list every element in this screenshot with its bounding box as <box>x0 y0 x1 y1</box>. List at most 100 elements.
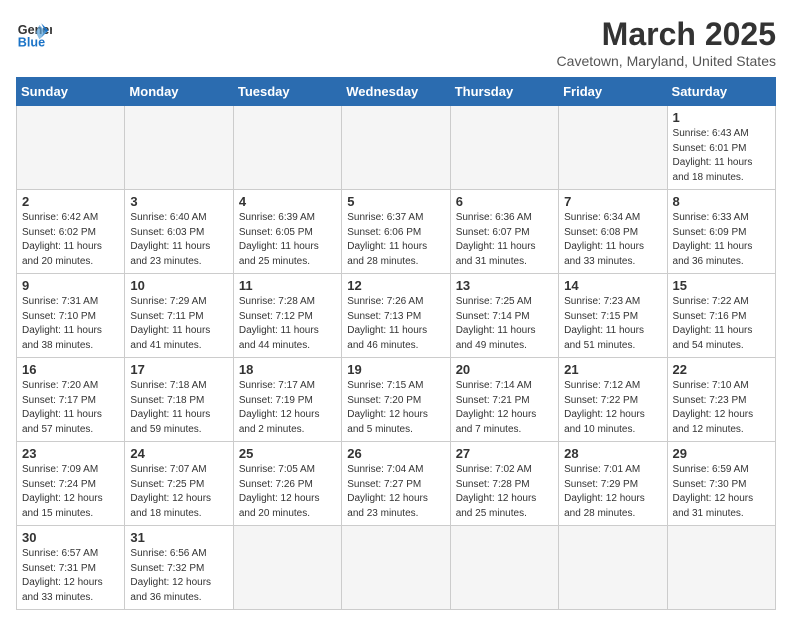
day-number: 11 <box>239 278 336 293</box>
day-number: 28 <box>564 446 661 461</box>
day-info: Sunrise: 7:02 AM Sunset: 7:28 PM Dayligh… <box>456 463 553 521</box>
table-row: 15 Sunrise: 7:22 AM Sunset: 7:16 PM Dayli… <box>667 274 775 358</box>
table-row: 4Sunrise: 6:39 AM Sunset: 6:05 PM Daylig… <box>233 190 341 274</box>
table-row <box>450 526 558 610</box>
day-info: Sunrise: 6:42 AM Sunset: 6:02 PM Dayligh… <box>22 211 119 269</box>
table-row: 29 Sunrise: 6:59 AM Sunset: 7:30 PM Dayli… <box>667 442 775 526</box>
table-row: 6 Sunrise: 6:36 AM Sunset: 6:07 PM Daylig… <box>450 190 558 274</box>
day-info: Sunrise: 7:18 AM Sunset: 7:18 PM Dayligh… <box>130 379 227 437</box>
day-info: Sunrise: 7:07 AM Sunset: 7:25 PM Dayligh… <box>130 463 227 521</box>
header-thursday: Thursday <box>450 78 558 106</box>
table-row <box>667 526 775 610</box>
day-number: 7 <box>564 194 661 209</box>
day-number: 18 <box>239 362 336 377</box>
table-row: 16 Sunrise: 7:20 AM Sunset: 7:17 PM Dayli… <box>17 358 125 442</box>
table-row: 21 Sunrise: 7:12 AM Sunset: 7:22 PM Dayli… <box>559 358 667 442</box>
calendar-title: March 2025 <box>557 16 776 53</box>
day-number: 13 <box>456 278 553 293</box>
page-header: General Blue March 2025 Cavetown, Maryla… <box>16 16 776 69</box>
table-row: 26Sunrise: 7:04 AM Sunset: 7:27 PM Dayli… <box>342 442 450 526</box>
table-row: 14 Sunrise: 7:23 AM Sunset: 7:15 PM Dayli… <box>559 274 667 358</box>
table-row <box>17 106 125 190</box>
table-row: 9 Sunrise: 7:31 AM Sunset: 7:10 PM Daylig… <box>17 274 125 358</box>
day-info: Sunrise: 6:39 AM Sunset: 6:05 PM Dayligh… <box>239 211 336 269</box>
table-row <box>342 526 450 610</box>
table-row: 13 Sunrise: 7:25 AM Sunset: 7:14 PM Dayli… <box>450 274 558 358</box>
day-number: 24 <box>130 446 227 461</box>
day-number: 20 <box>456 362 553 377</box>
day-number: 16 <box>22 362 119 377</box>
day-info: Sunrise: 7:17 AM Sunset: 7:19 PM Dayligh… <box>239 379 336 437</box>
header-wednesday: Wednesday <box>342 78 450 106</box>
day-info: Sunrise: 6:57 AM Sunset: 7:31 PM Dayligh… <box>22 547 119 605</box>
day-number: 17 <box>130 362 227 377</box>
day-info: Sunrise: 6:36 AM Sunset: 6:07 PM Dayligh… <box>456 211 553 269</box>
calendar-subtitle: Cavetown, Maryland, United States <box>557 53 776 69</box>
day-info: Sunrise: 7:01 AM Sunset: 7:29 PM Dayligh… <box>564 463 661 521</box>
table-row: 28 Sunrise: 7:01 AM Sunset: 7:29 PM Dayli… <box>559 442 667 526</box>
day-number: 14 <box>564 278 661 293</box>
table-row <box>125 106 233 190</box>
day-info: Sunrise: 7:20 AM Sunset: 7:17 PM Dayligh… <box>22 379 119 437</box>
day-number: 19 <box>347 362 444 377</box>
table-row: 8Sunrise: 6:33 AM Sunset: 6:09 PM Daylig… <box>667 190 775 274</box>
table-row: 2 Sunrise: 6:42 AM Sunset: 6:02 PM Daylig… <box>17 190 125 274</box>
title-area: March 2025 Cavetown, Maryland, United St… <box>557 16 776 69</box>
day-number: 12 <box>347 278 444 293</box>
day-number: 6 <box>456 194 553 209</box>
day-info: Sunrise: 7:23 AM Sunset: 7:15 PM Dayligh… <box>564 295 661 353</box>
day-number: 15 <box>673 278 770 293</box>
table-row <box>233 106 341 190</box>
day-number: 29 <box>673 446 770 461</box>
day-info: Sunrise: 6:43 AM Sunset: 6:01 PM Dayligh… <box>673 127 770 185</box>
day-info: Sunrise: 7:15 AM Sunset: 7:20 PM Dayligh… <box>347 379 444 437</box>
day-info: Sunrise: 7:25 AM Sunset: 7:14 PM Dayligh… <box>456 295 553 353</box>
logo: General Blue <box>16 16 52 52</box>
table-row: 10 Sunrise: 7:29 AM Sunset: 7:11 PM Dayli… <box>125 274 233 358</box>
day-info: Sunrise: 7:12 AM Sunset: 7:22 PM Dayligh… <box>564 379 661 437</box>
table-row: 18 Sunrise: 7:17 AM Sunset: 7:19 PM Dayli… <box>233 358 341 442</box>
day-info: Sunrise: 6:40 AM Sunset: 6:03 PM Dayligh… <box>130 211 227 269</box>
table-row: 3 Sunrise: 6:40 AM Sunset: 6:03 PM Daylig… <box>125 190 233 274</box>
day-number: 9 <box>22 278 119 293</box>
table-row: 20 Sunrise: 7:14 AM Sunset: 7:21 PM Dayli… <box>450 358 558 442</box>
day-number: 30 <box>22 530 119 545</box>
table-row <box>559 526 667 610</box>
calendar-table: Sunday Monday Tuesday Wednesday Thursday… <box>16 77 776 610</box>
day-info: Sunrise: 6:33 AM Sunset: 6:09 PM Dayligh… <box>673 211 770 269</box>
day-number: 2 <box>22 194 119 209</box>
day-info: Sunrise: 6:56 AM Sunset: 7:32 PM Dayligh… <box>130 547 227 605</box>
table-row: 19 Sunrise: 7:15 AM Sunset: 7:20 PM Dayli… <box>342 358 450 442</box>
day-info: Sunrise: 7:09 AM Sunset: 7:24 PM Dayligh… <box>22 463 119 521</box>
day-info: Sunrise: 7:22 AM Sunset: 7:16 PM Dayligh… <box>673 295 770 353</box>
calendar-header-row: Sunday Monday Tuesday Wednesday Thursday… <box>17 78 776 106</box>
table-row: 5Sunrise: 6:37 AM Sunset: 6:06 PM Daylig… <box>342 190 450 274</box>
day-info: Sunrise: 6:34 AM Sunset: 6:08 PM Dayligh… <box>564 211 661 269</box>
day-info: Sunrise: 7:05 AM Sunset: 7:26 PM Dayligh… <box>239 463 336 521</box>
table-row <box>233 526 341 610</box>
day-info: Sunrise: 7:28 AM Sunset: 7:12 PM Dayligh… <box>239 295 336 353</box>
day-info: Sunrise: 6:59 AM Sunset: 7:30 PM Dayligh… <box>673 463 770 521</box>
header-saturday: Saturday <box>667 78 775 106</box>
table-row: 22Sunrise: 7:10 AM Sunset: 7:23 PM Dayli… <box>667 358 775 442</box>
table-row: 23Sunrise: 7:09 AM Sunset: 7:24 PM Dayli… <box>17 442 125 526</box>
table-row: 24 Sunrise: 7:07 AM Sunset: 7:25 PM Dayli… <box>125 442 233 526</box>
logo-icon: General Blue <box>16 16 52 52</box>
day-info: Sunrise: 7:31 AM Sunset: 7:10 PM Dayligh… <box>22 295 119 353</box>
day-number: 26 <box>347 446 444 461</box>
table-row: 7 Sunrise: 6:34 AM Sunset: 6:08 PM Daylig… <box>559 190 667 274</box>
table-row: 27 Sunrise: 7:02 AM Sunset: 7:28 PM Dayli… <box>450 442 558 526</box>
day-number: 27 <box>456 446 553 461</box>
day-info: Sunrise: 7:29 AM Sunset: 7:11 PM Dayligh… <box>130 295 227 353</box>
day-info: Sunrise: 7:26 AM Sunset: 7:13 PM Dayligh… <box>347 295 444 353</box>
day-info: Sunrise: 7:10 AM Sunset: 7:23 PM Dayligh… <box>673 379 770 437</box>
day-number: 10 <box>130 278 227 293</box>
header-monday: Monday <box>125 78 233 106</box>
day-number: 3 <box>130 194 227 209</box>
table-row <box>342 106 450 190</box>
day-number: 21 <box>564 362 661 377</box>
day-info: Sunrise: 7:14 AM Sunset: 7:21 PM Dayligh… <box>456 379 553 437</box>
calendar-body: 1Sunrise: 6:43 AM Sunset: 6:01 PM Daylig… <box>17 106 776 610</box>
table-row: 12 Sunrise: 7:26 AM Sunset: 7:13 PM Dayli… <box>342 274 450 358</box>
header-sunday: Sunday <box>17 78 125 106</box>
